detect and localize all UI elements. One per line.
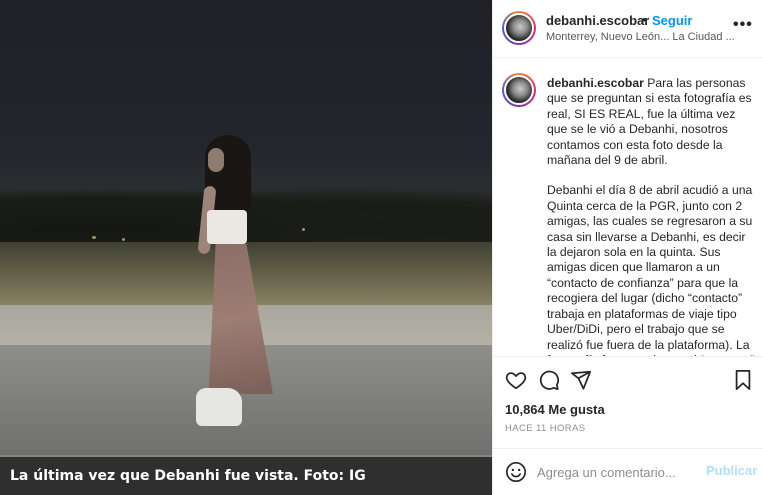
- post-location[interactable]: Monterrey, Nuevo León... La Ciudad ...: [546, 31, 735, 43]
- header-username[interactable]: debanhi.escobar: [546, 13, 649, 28]
- person-top: [207, 210, 247, 244]
- comment-text: debanhi.escobar Para las personas que se…: [547, 76, 757, 356]
- person-face: [208, 148, 224, 172]
- header-separator: •: [642, 12, 647, 27]
- photo-caption-bar: La última vez que Debanhi fue vista. Fot…: [0, 457, 492, 495]
- add-comment-bar: Publicar: [493, 448, 763, 495]
- post-timestamp: HACE 11 HORAS: [505, 423, 586, 434]
- post-header: debanhi.escobar • Seguir Monterrey, Nuev…: [493, 0, 763, 58]
- likes-count[interactable]: 10,864 Me gusta: [505, 402, 605, 417]
- post-photo[interactable]: La última vez que Debanhi fue vista. Fot…: [0, 0, 492, 495]
- bookmark-icon[interactable]: [733, 369, 753, 391]
- caption-comment: debanhi.escobar Para las personas que se…: [493, 59, 763, 356]
- comment-paragraph-2: Debanhi el día 8 de abril acudió a una Q…: [547, 183, 754, 356]
- person-shoes: [196, 388, 242, 426]
- comment-input[interactable]: [537, 461, 697, 483]
- post-side-panel: debanhi.escobar • Seguir Monterrey, Nuev…: [492, 0, 763, 495]
- comment-icon[interactable]: [538, 369, 560, 391]
- comment-username[interactable]: debanhi.escobar: [547, 76, 644, 90]
- emoji-icon[interactable]: [505, 461, 527, 483]
- post-actions: [493, 356, 763, 400]
- photo-distant-light: [302, 228, 305, 231]
- publish-button[interactable]: Publicar: [706, 463, 757, 478]
- follow-button[interactable]: Seguir: [652, 13, 692, 28]
- profile-avatar[interactable]: [502, 11, 536, 45]
- photo-caption: La última vez que Debanhi fue vista. Fot…: [10, 468, 366, 484]
- share-icon[interactable]: [570, 369, 592, 391]
- photo-distant-light: [92, 236, 96, 239]
- comment-avatar[interactable]: [502, 73, 536, 107]
- heart-icon[interactable]: [505, 369, 527, 391]
- photo-distant-light: [122, 238, 125, 241]
- more-options-icon[interactable]: •••: [733, 16, 753, 34]
